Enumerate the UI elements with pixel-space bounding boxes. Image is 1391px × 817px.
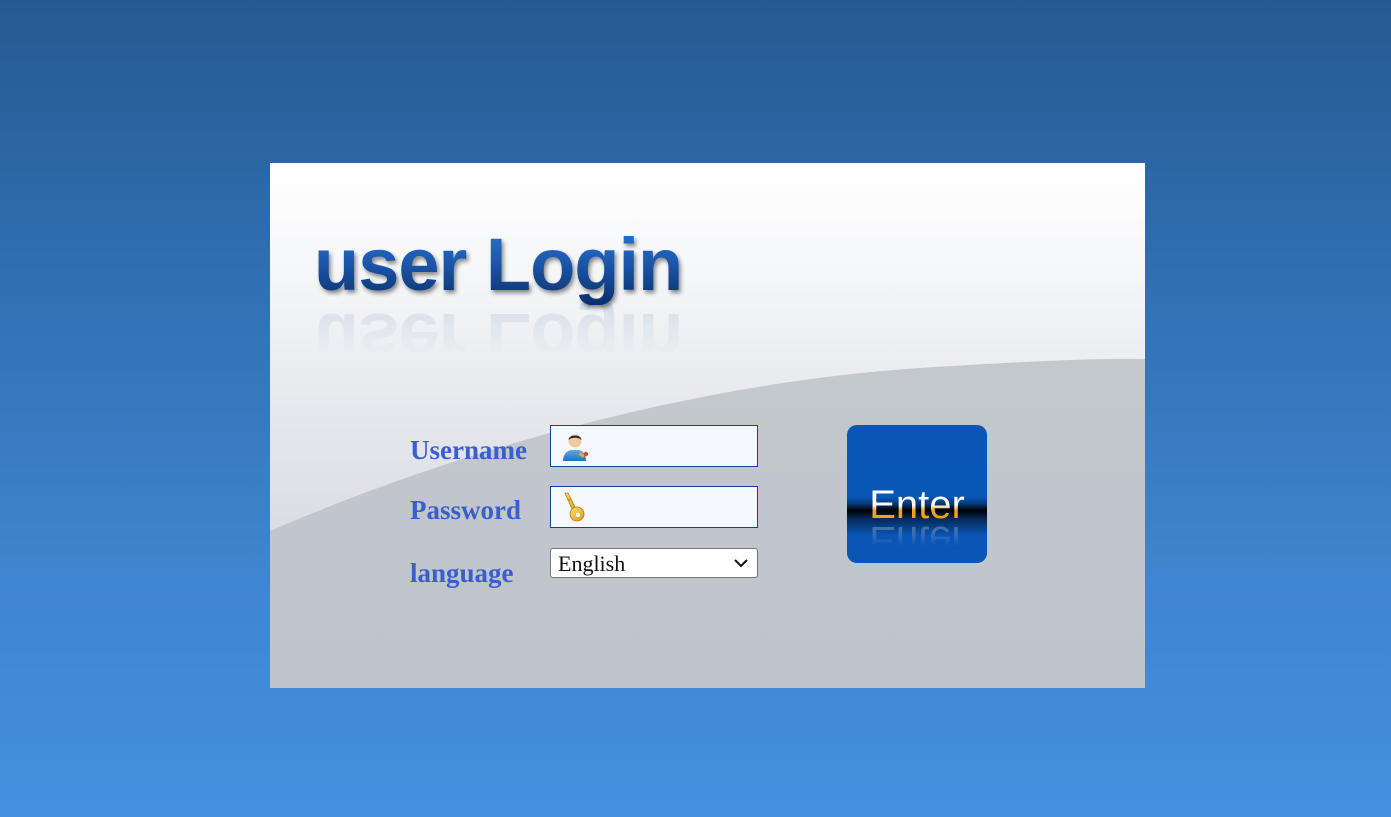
- enter-label: Enter: [847, 483, 987, 527]
- password-label: Password: [410, 495, 522, 525]
- username-field[interactable]: [550, 425, 758, 467]
- user-icon: [563, 434, 589, 461]
- login-panel: user Login user Login Username Password …: [270, 163, 1145, 688]
- username-input[interactable]: [591, 426, 751, 466]
- language-label: language: [410, 558, 514, 588]
- password-input[interactable]: [591, 487, 751, 527]
- username-label: Username: [410, 435, 527, 465]
- login-title-reflection: user Login: [314, 298, 683, 381]
- login-title: user Login: [314, 223, 683, 306]
- enter-button[interactable]: Enter Enter: [847, 425, 987, 563]
- chevron-down-icon: [734, 559, 748, 568]
- key-icon: [564, 492, 585, 522]
- login-title-logo: user Login user Login: [314, 223, 734, 382]
- language-select[interactable]: English: [550, 548, 758, 578]
- language-selected-value: English: [558, 551, 626, 576]
- password-field[interactable]: [550, 486, 758, 528]
